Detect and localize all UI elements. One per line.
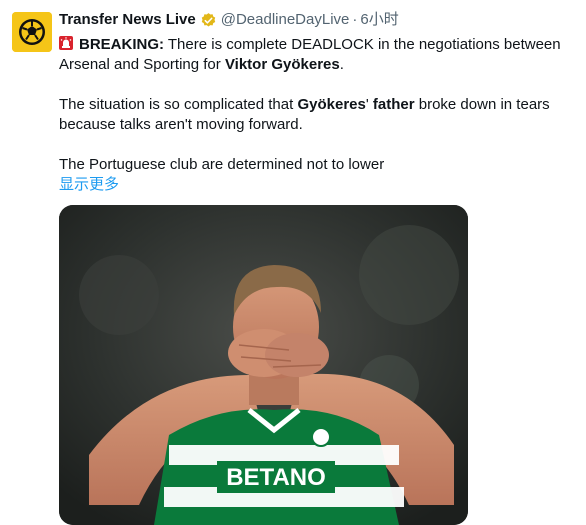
siren-emoji-icon — [59, 36, 73, 50]
tweet-header: Transfer News Live @DeadlineDayLive · 6小… — [59, 10, 579, 30]
tweet-paragraph-3: The Portuguese club are determined not t… — [59, 156, 385, 173]
breaking-label: BREAKING: — [79, 36, 164, 53]
verified-badge-icon[interactable] — [200, 12, 217, 29]
author-handle[interactable]: @DeadlineDayLive — [221, 10, 350, 30]
avatar[interactable] — [12, 12, 52, 52]
tweet-media-image[interactable]: BETANO — [59, 205, 468, 525]
football-logo-icon — [12, 12, 52, 52]
player-surname: Gyökeres — [297, 96, 366, 113]
show-more-link[interactable]: 显示更多 — [59, 175, 579, 195]
separator-dot: · — [352, 11, 358, 28]
tweet-content: Transfer News Live @DeadlineDayLive · 6小… — [59, 10, 579, 195]
tweet-text: BREAKING: There is complete DEADLOCK in … — [59, 35, 579, 195]
tweet-text-segment: . — [339, 56, 344, 73]
player-photo: BETANO — [59, 205, 468, 525]
tweet-paragraph-2: The situation is so complicated that Gyö… — [59, 95, 579, 135]
tweet-text-segment: ' — [365, 96, 373, 113]
player-name: Viktor Gyökeres — [224, 56, 340, 73]
father-word: father — [372, 96, 415, 113]
jersey-sponsor-text: BETANO — [226, 464, 326, 491]
tweet-paragraph-1: BREAKING: There is complete DEADLOCK in … — [59, 35, 579, 75]
timestamp[interactable]: 6小时 — [360, 10, 398, 30]
tweet-text-segment: The situation is so complicated that — [59, 96, 298, 113]
author-name[interactable]: Transfer News Live — [59, 10, 196, 30]
